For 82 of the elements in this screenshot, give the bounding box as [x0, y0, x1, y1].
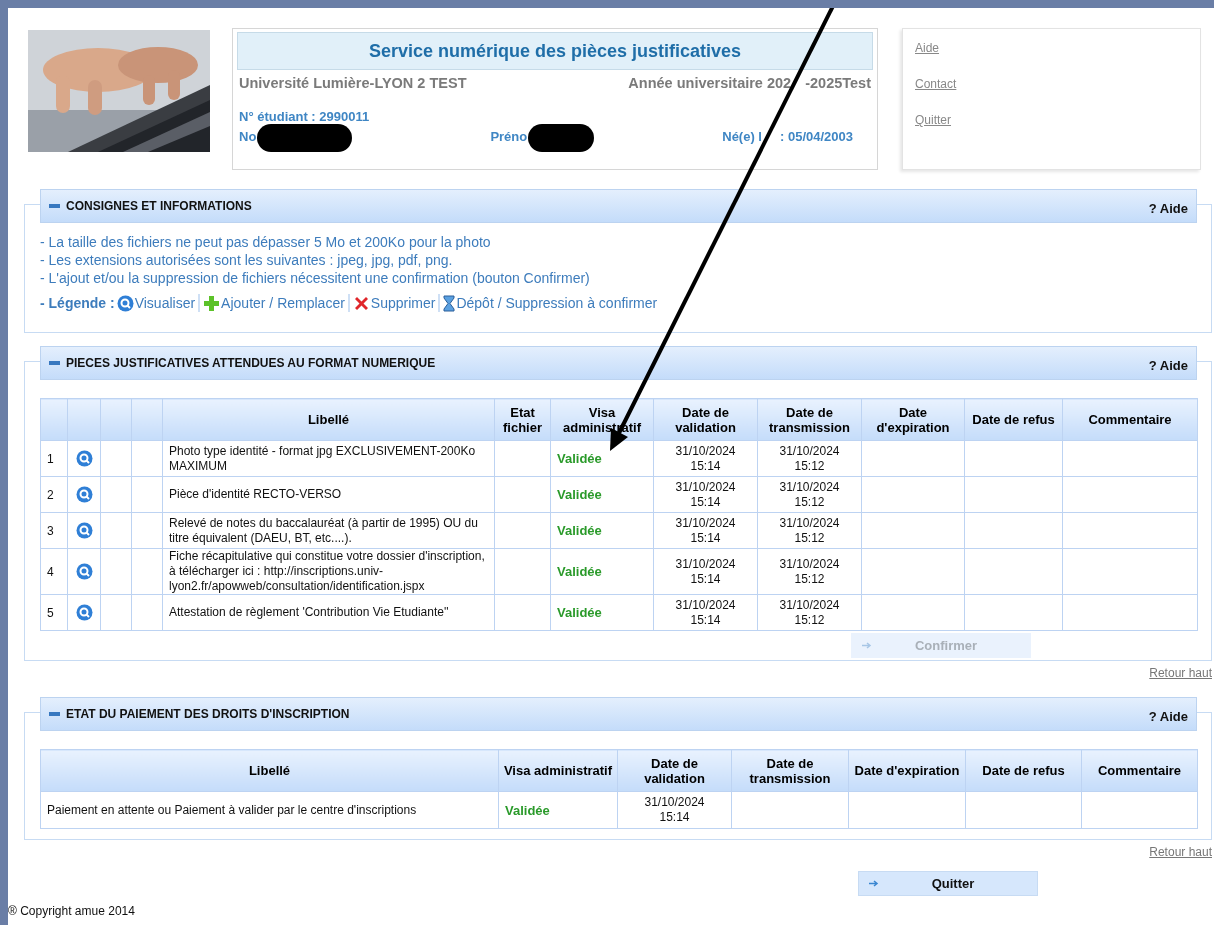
view-icon[interactable]	[75, 604, 93, 621]
view-icon[interactable]	[116, 294, 134, 312]
validation-date: 31/10/2024 15:14	[674, 597, 737, 628]
transmission-date: 31/10/2024 15:12	[778, 556, 841, 587]
document-label: Attestation de règlement 'Contribution Vie Etudiante''	[162, 594, 495, 631]
column-header: Commentaire	[1081, 749, 1198, 792]
payment-label: Paiement en attente ou Paiement à valider par le centre d'inscriptions	[40, 791, 499, 829]
student-number: N° étudiant : 2990011	[238, 109, 371, 124]
column-header: Libellé	[162, 398, 495, 441]
academic-year-text: Année universitaire 202	[628, 75, 792, 91]
section-title: PIECES JUSTIFICATIVES ATTENDUES AU FORMAT NUMERIQUE	[66, 356, 437, 370]
legend-text: Supprimer	[370, 294, 436, 312]
birth-date-text: Né(e) l	[722, 128, 762, 144]
column-header: Visa administratif	[498, 749, 618, 792]
validation-date: 31/10/2024 15:14	[674, 443, 737, 474]
row-number: 4	[40, 548, 68, 595]
document-label: Fiche récapitulative qui constitue votre dossier d'inscription, à télécharger ici : http://inscriptions.univ-lyon2.fr/apowweb/consultation/identification.jspx	[162, 548, 495, 595]
legend-text: Dépôt / Suppression à confirmer	[456, 294, 658, 312]
validation-date: 31/10/2024 15:14	[674, 479, 737, 510]
column-header: Date d'expiration	[848, 749, 966, 792]
legend-text: Visualiser	[134, 294, 196, 312]
academic-year-text: -2025Test	[805, 75, 871, 91]
plus-icon	[203, 294, 221, 312]
document-label: Relevé de notes du baccalauréat (à partir de 1995) OU du titre équivalent (DAEU, BT, etc....).	[162, 512, 495, 549]
arrow-icon	[862, 642, 872, 649]
quit-button[interactable]: Quitter	[858, 871, 1038, 896]
name-label: No	[239, 128, 257, 144]
column-header: Etat fichier	[494, 398, 551, 441]
first-name-label: Préno	[490, 128, 528, 144]
instruction-text: - L'ajout et/ou la suppression de fichiers nécessitent une confirmation (bouton Confirmer)	[40, 269, 591, 287]
help-link[interactable]: ? Aide	[1148, 708, 1188, 724]
transmission-date: 31/10/2024 15:12	[778, 479, 841, 510]
column-header: Commentaire	[1062, 398, 1198, 441]
transmission-date: 31/10/2024 15:12	[778, 515, 841, 546]
document-label: Photo type identité - format jpg EXCLUSIVEMENT-200Ko MAXIMUM	[162, 440, 495, 477]
visa-status: Validée	[550, 512, 654, 549]
birth-date-text: : 05/04/2003	[780, 128, 853, 144]
column-header: Date d'expiration	[861, 398, 965, 441]
column-header: Libellé	[40, 749, 499, 792]
legend-text: Ajouter / Remplacer	[221, 294, 345, 312]
section-title: ETAT DU PAIEMENT DES DROITS D'INSCRIPTION	[66, 707, 351, 721]
header-link[interactable]: Contact	[915, 77, 1188, 91]
column-header: Date de validation	[653, 398, 758, 441]
instruction-text: - La taille des fichiers ne peut pas dépasser 5 Mo et 200Ko pour la photo	[40, 233, 492, 251]
validation-date: 31/10/2024 15:14	[643, 795, 706, 825]
transmission-date: 31/10/2024 15:12	[778, 597, 841, 628]
visa-status: Validée	[550, 476, 654, 513]
arrow-icon	[869, 880, 879, 887]
view-icon[interactable]	[75, 522, 93, 539]
header-link[interactable]: Quitter	[915, 113, 1188, 127]
help-link[interactable]: ? Aide	[1148, 200, 1188, 216]
copyright-text: ® Copyright amue 2014	[8, 904, 136, 918]
back-to-top-link[interactable]: Retour haut	[1149, 845, 1212, 859]
document-label: Pièce d'identité RECTO-VERSO	[162, 476, 495, 513]
redaction-mark	[528, 124, 595, 152]
help-link[interactable]: ? Aide	[1148, 357, 1188, 373]
view-icon[interactable]	[75, 450, 93, 467]
row-number: 5	[40, 594, 68, 631]
page-title: Service numérique des pièces justificatives	[237, 32, 873, 70]
instruction-text: - Les extensions autorisées sont les suivantes : jpeg, jpg, pdf, png.	[40, 251, 454, 269]
validation-date: 31/10/2024 15:14	[674, 515, 737, 546]
visa-status: Validée	[550, 548, 654, 595]
transmission-date: 31/10/2024 15:12	[778, 443, 841, 474]
view-icon[interactable]	[75, 563, 93, 580]
university-name: Université Lumière-LYON 2 TEST	[239, 75, 467, 91]
view-icon[interactable]	[75, 486, 93, 503]
row-number: 2	[40, 476, 68, 513]
legend-label: - Légende :	[40, 294, 115, 312]
header-link[interactable]: Aide	[915, 41, 1188, 55]
column-header: Date de refus	[964, 398, 1063, 441]
row-number: 3	[40, 512, 68, 549]
section-title: CONSIGNES ET INFORMATIONS	[66, 199, 253, 213]
visa-status: Validée	[550, 594, 654, 631]
column-header: Date de refus	[965, 749, 1082, 792]
validation-date: 31/10/2024 15:14	[674, 556, 737, 587]
visa-status: Validée	[498, 791, 618, 829]
column-header: Date de validation	[617, 749, 732, 792]
hourglass-icon	[443, 294, 456, 312]
back-to-top-link[interactable]: Retour haut	[1149, 666, 1212, 680]
column-header: Date de transmission	[731, 749, 849, 792]
row-number: 1	[40, 440, 68, 477]
column-header: Date de transmission	[757, 398, 862, 441]
